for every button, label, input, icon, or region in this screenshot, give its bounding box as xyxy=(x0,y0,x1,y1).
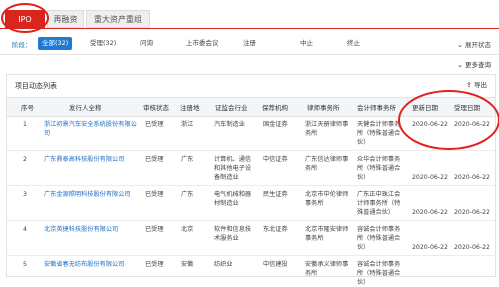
export-button[interactable]: ⇪ 导出 xyxy=(466,79,487,89)
col-header-updated: 更新日期 xyxy=(412,104,438,112)
table-row[interactable]: 1 浙江初景汽车安全系统股份有限公司 已受理 浙江 汽车制造业 国金证券 浙江天… xyxy=(7,116,495,151)
tab-refinancing[interactable]: 再融资 xyxy=(47,10,84,28)
cell-law-firm: 广东信达律师事务所 xyxy=(305,156,349,172)
table-row[interactable]: 4 北京英捷科技股份有限公司 已受理 北京 软件和信息技术服务业 东北证券 北京… xyxy=(7,221,495,256)
cell-sponsor: 中信证券 xyxy=(263,156,288,163)
cell-no: 5 xyxy=(23,261,27,268)
divider xyxy=(0,54,499,55)
cell-company-link[interactable]: 北京英捷科技股份有限公司 xyxy=(44,225,139,234)
more-query-button[interactable]: ⌄ 更多查询 xyxy=(457,59,491,69)
cell-accounting-firm: 容诚会计师事务所（特殊普通合伙） xyxy=(357,261,401,286)
col-header-place: 注册地 xyxy=(180,104,200,112)
cell-no: 1 xyxy=(23,121,27,128)
col-header-sponsor: 保荐机构 xyxy=(262,104,288,112)
cell-accepted-date: 2020-06-22 xyxy=(454,244,490,251)
cell-accounting-firm: 天健会计师事务所（特殊普通合伙） xyxy=(357,121,401,146)
cell-company-link[interactable]: 广东金源照明科技股份有限公司 xyxy=(44,190,139,199)
cell-updated-date: 2020-06-22 xyxy=(412,209,448,216)
stage-option-suspended[interactable]: 中止 xyxy=(300,37,313,50)
cell-accepted-date: 2020-06-22 xyxy=(454,174,490,181)
cell-no: 3 xyxy=(23,191,27,198)
stage-option-accepted[interactable]: 受理(32) xyxy=(90,37,116,50)
panel-title: 项目动态列表 xyxy=(15,82,57,90)
cell-law-firm: 安徽承义律师事务所 xyxy=(305,261,349,277)
cell-industry: 计算机、通信和其他电子设备制造业 xyxy=(214,156,252,181)
cell-status: 已受理 xyxy=(145,156,164,163)
col-header-no: 序号 xyxy=(21,104,34,112)
col-header-accounting-firm: 会计师事务所 xyxy=(357,104,396,112)
table-row[interactable]: 2 广东鼎泰高科技股份有限公司 已受理 广东 计算机、通信和其他电子设备制造业 … xyxy=(7,151,495,186)
col-header-status: 审核状态 xyxy=(143,104,169,112)
more-query-label: 更多查询 xyxy=(465,61,491,69)
stage-label: 阶段： xyxy=(12,41,32,49)
export-label: 导出 xyxy=(474,81,487,89)
cell-sponsor: 中信建投 xyxy=(263,261,288,268)
cell-status: 已受理 xyxy=(145,261,164,268)
stage-option-terminated[interactable]: 终止 xyxy=(347,37,360,50)
cell-company-link[interactable]: 浙江初景汽车安全系统股份有限公司 xyxy=(44,120,139,138)
cell-updated-date: 2020-06-22 xyxy=(412,174,448,181)
tab-bar: IPO 再融资 重大资产重组 xyxy=(0,0,499,30)
table-header: 序号 发行人全称 审核状态 注册地 证监会行业 保荐机构 律师事务所 会计师事务… xyxy=(7,97,495,117)
tab-underline xyxy=(0,28,499,29)
cell-place: 广东 xyxy=(181,156,194,163)
cell-law-firm: 北京市中伦律师事务所 xyxy=(305,191,349,207)
tab-major-restructuring[interactable]: 重大资产重组 xyxy=(86,10,150,28)
table-row[interactable]: 3 广东金源照明科技股份有限公司 已受理 广东 电气机械和器材制造业 民生证券 … xyxy=(7,186,495,221)
col-header-name: 发行人全称 xyxy=(69,104,102,112)
export-icon: ⇪ xyxy=(466,81,472,89)
cell-industry: 纺织业 xyxy=(214,261,233,268)
cell-sponsor: 东北证券 xyxy=(263,226,288,233)
chevron-down-icon: ⌄ xyxy=(457,61,463,69)
tab-ipo[interactable]: IPO xyxy=(5,10,45,28)
cell-no: 4 xyxy=(23,226,27,233)
stage-option-listing-committee[interactable]: 上市委会议 xyxy=(186,37,219,50)
cell-industry: 软件和信息技术服务业 xyxy=(214,226,252,242)
cell-place: 北京 xyxy=(181,226,194,233)
expand-status-button[interactable]: ⌄ 展开状态 xyxy=(457,39,491,49)
col-header-law-firm: 律师事务所 xyxy=(307,104,340,112)
stage-option-all[interactable]: 全部(32) xyxy=(38,37,73,50)
expand-status-label: 展开状态 xyxy=(465,41,491,49)
chevron-down-icon: ⌄ xyxy=(457,41,463,49)
cell-status: 已受理 xyxy=(145,191,164,198)
cell-status: 已受理 xyxy=(145,121,164,128)
cell-accepted-date: 2020-06-22 xyxy=(454,121,490,128)
cell-accounting-firm: 广东正中珠江会计师事务所（特殊普通合伙） xyxy=(357,191,401,216)
cell-place: 安徽 xyxy=(181,261,194,268)
stage-option-inquiry[interactable]: 问询 xyxy=(140,37,153,50)
cell-status: 已受理 xyxy=(145,226,164,233)
cell-accounting-firm: 容诚会计师事务所（特殊普通合伙） xyxy=(357,226,401,251)
cell-sponsor: 国金证券 xyxy=(263,121,288,128)
stage-filter: 阶段： 全部(32) 受理(32) 问询 上市委会议 注册 中止 终止 ⌄ 展开状… xyxy=(0,34,499,52)
cell-company-link[interactable]: 安徽省春无纺布股份有限公司 xyxy=(44,260,139,269)
table-row[interactable]: 5 安徽省春无纺布股份有限公司 已受理 安徽 纺织业 中信建投 安徽承义律师事务… xyxy=(7,256,495,286)
cell-law-firm: 北京市隆安律师事务所 xyxy=(305,226,349,242)
cell-no: 2 xyxy=(23,156,27,163)
cell-accounting-firm: 众华会计师事务所（特殊普通合伙） xyxy=(357,156,401,181)
cell-industry: 汽车制造业 xyxy=(214,121,245,128)
cell-place: 浙江 xyxy=(181,121,194,128)
stage-option-registration[interactable]: 注册 xyxy=(243,37,256,50)
project-list-panel: 项目动态列表 ⇪ 导出 序号 发行人全称 审核状态 注册地 证监会行业 保荐机构 … xyxy=(6,74,496,286)
cell-industry: 电气机械和器材制造业 xyxy=(214,191,252,207)
cell-updated-date: 2020-06-22 xyxy=(412,244,448,251)
cell-updated-date: 2020-06-22 xyxy=(412,121,448,128)
cell-sponsor: 民生证券 xyxy=(263,191,288,198)
col-header-industry: 证监会行业 xyxy=(215,104,248,112)
cell-law-firm: 浙江天册律师事务所 xyxy=(305,121,349,137)
col-header-accepted: 受理日期 xyxy=(454,104,480,112)
cell-place: 广东 xyxy=(181,191,194,198)
cell-accepted-date: 2020-06-22 xyxy=(454,209,490,216)
cell-company-link[interactable]: 广东鼎泰高科技股份有限公司 xyxy=(44,155,139,164)
